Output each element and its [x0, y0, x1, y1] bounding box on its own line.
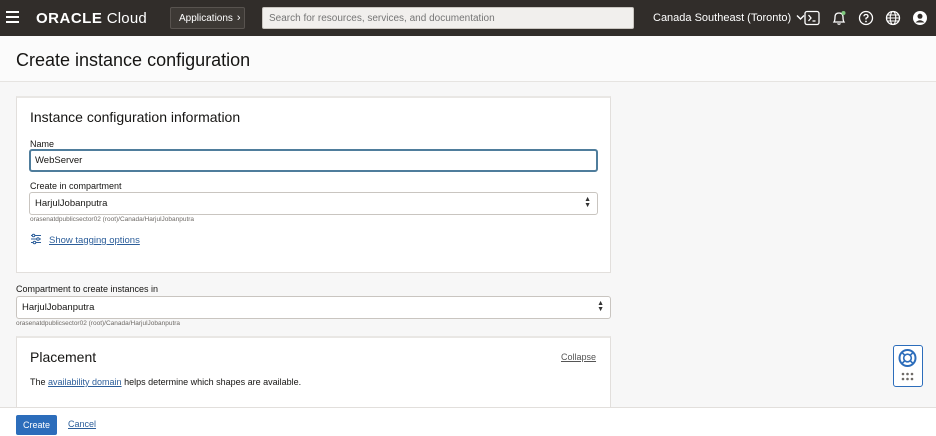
placement-description: The availability domain helps determine … [30, 377, 302, 387]
name-value: WebServer [35, 155, 83, 166]
compartment-value: HarjulJobanputra [35, 198, 108, 209]
instances-compartment-value: HarjulJobanputra [22, 302, 95, 313]
user-icon[interactable] [912, 10, 928, 26]
tag-settings-icon[interactable] [30, 233, 42, 245]
search-input[interactable] [262, 7, 634, 29]
applications-button[interactable]: Applications › [170, 7, 245, 29]
compartment-path: orasenatdpublicsector02 (root)/Canada/Ha… [30, 216, 195, 223]
cancel-button[interactable]: Cancel [68, 419, 96, 429]
chevron-right-icon: › [236, 12, 241, 24]
cloud-shell-icon[interactable] [804, 10, 820, 26]
select-arrows-icon: ▲ ▼ [597, 300, 604, 313]
placement-card [16, 336, 611, 408]
globe-icon[interactable] [885, 10, 901, 26]
select-arrows-icon: ▲ ▼ [584, 196, 591, 209]
footer-bar [0, 407, 936, 436]
oracle-cloud-logo[interactable]: ORACLE Cloud [36, 10, 147, 27]
instances-compartment-label: Compartment to create instances in [16, 284, 159, 294]
bell-icon[interactable] [831, 10, 847, 26]
applications-label: Applications [179, 12, 233, 24]
section-title-info: Instance configuration information [30, 109, 241, 125]
instances-compartment-select[interactable]: HarjulJobanputra ▲ ▼ [16, 296, 611, 319]
create-button[interactable]: Create [16, 415, 57, 435]
name-label: Name [30, 139, 55, 149]
page-title: Create instance configuration [16, 50, 251, 70]
instances-compartment-path: orasenatdpublicsector02 (root)/Canada/Ha… [16, 320, 181, 327]
collapse-link[interactable]: Collapse [561, 352, 596, 362]
show-tagging-options-link[interactable]: Show tagging options [49, 235, 140, 246]
top-navigation-bar: ORACLE Cloud Applications › Canada South… [0, 0, 936, 36]
name-input[interactable]: WebServer [29, 149, 598, 172]
create-in-compartment-label: Create in compartment [30, 181, 122, 191]
availability-domain-link[interactable]: availability domain [48, 377, 122, 387]
help-widget-icon [898, 349, 917, 381]
help-icon[interactable] [858, 10, 874, 26]
help-widget[interactable] [893, 345, 923, 387]
section-title-placement: Placement [30, 349, 97, 365]
region-selector[interactable]: Canada Southeast (Toronto) [653, 12, 805, 24]
create-in-compartment-select[interactable]: HarjulJobanputra ▲ ▼ [29, 192, 598, 215]
region-label: Canada Southeast (Toronto) [653, 12, 792, 24]
hamburger-icon[interactable] [6, 11, 19, 23]
